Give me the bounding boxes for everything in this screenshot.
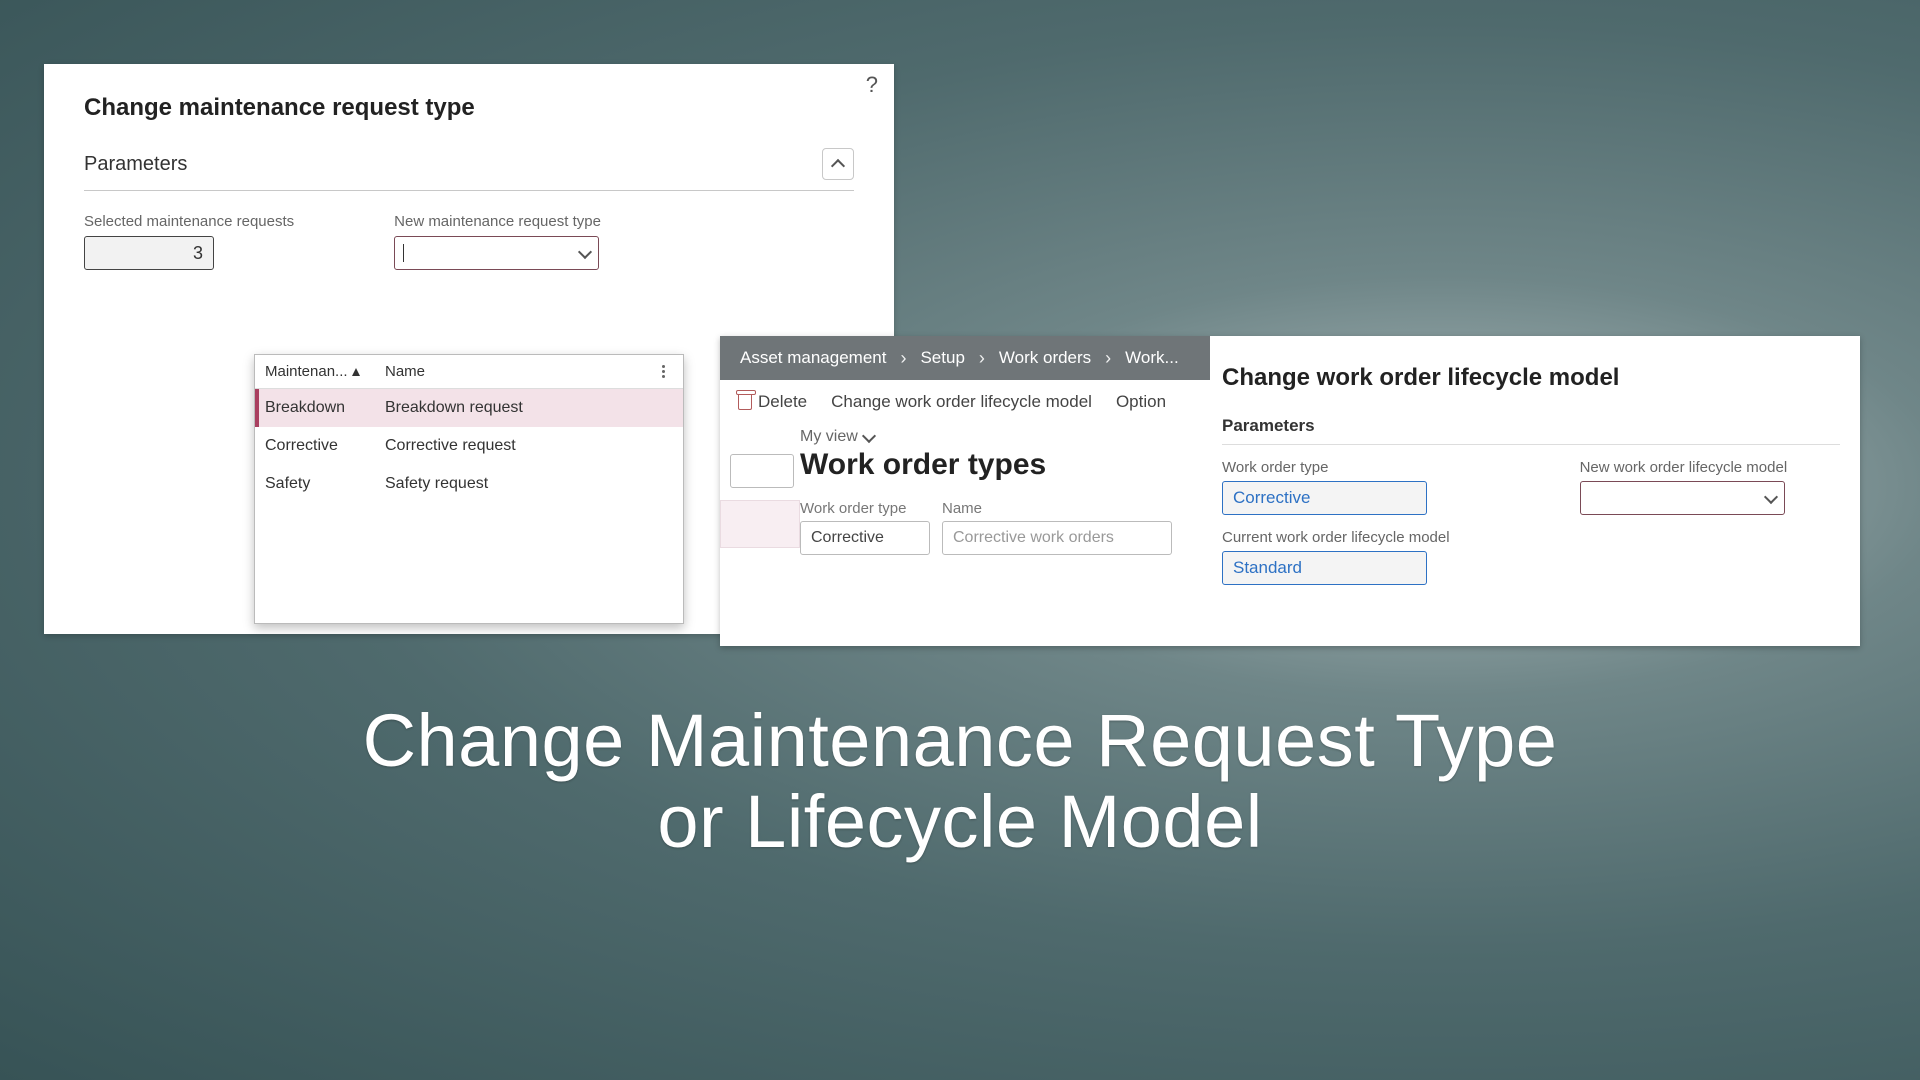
dropdown-body: Breakdown Breakdown request Corrective C… — [255, 389, 683, 623]
view-selector[interactable]: My view — [800, 428, 1130, 446]
selected-requests-label: Selected maintenance requests — [84, 213, 294, 230]
chevron-down-icon — [864, 431, 874, 444]
options-button[interactable]: Option — [1116, 392, 1166, 412]
more-options-icon[interactable] — [653, 365, 673, 378]
options-label: Option — [1116, 392, 1166, 412]
life-wo-type-label: Work order type — [1222, 459, 1450, 476]
row-name: Corrective request — [385, 437, 673, 455]
change-lifecycle-button[interactable]: Change work order lifecycle model — [831, 392, 1092, 412]
delete-button[interactable]: Delete — [738, 392, 807, 412]
lifecycle-dialog-title: Change work order lifecycle model — [1222, 364, 1860, 392]
new-type-combobox[interactable] — [394, 236, 599, 270]
toolbar: Delete Change work order lifecycle model… — [720, 380, 1210, 424]
crumb-work-orders[interactable]: Work orders — [999, 348, 1091, 368]
chevron-up-icon — [833, 157, 843, 171]
crumb-truncated[interactable]: Work... — [1125, 348, 1179, 368]
selected-requests-field: Selected maintenance requests — [84, 213, 294, 270]
text-cursor-icon — [403, 244, 404, 262]
selected-row-indicator — [720, 500, 800, 548]
wo-name-input[interactable] — [942, 521, 1172, 555]
chevron-down-icon — [1766, 492, 1776, 505]
row-type: Corrective — [265, 437, 385, 455]
row-name: Safety request — [385, 475, 673, 493]
col-name-header[interactable]: Name — [385, 363, 653, 380]
caption-line-1: Change Maintenance Request Type — [0, 700, 1920, 781]
lifecycle-parameters-label: Parameters — [1222, 416, 1840, 445]
row-name: Breakdown request — [385, 399, 673, 417]
wo-type-label: Work order type — [800, 500, 930, 517]
page-title: Work order types — [800, 448, 1130, 482]
filter-input[interactable] — [730, 454, 794, 488]
chevron-right-icon: › — [900, 348, 906, 369]
dropdown-row-safety[interactable]: Safety Safety request — [255, 465, 683, 503]
wo-name-label: Name — [942, 500, 1172, 517]
crumb-asset-management[interactable]: Asset management — [740, 348, 886, 368]
delete-label: Delete — [758, 392, 807, 412]
life-new-model-label: New work order lifecycle model — [1580, 459, 1788, 476]
sort-asc-icon — [352, 363, 360, 380]
collapse-button[interactable] — [822, 148, 854, 180]
breadcrumb: Asset management › Setup › Work orders ›… — [720, 336, 1210, 380]
col-maintenance-header[interactable]: Maintenan... — [265, 363, 348, 380]
work-order-area: Asset management › Setup › Work orders ›… — [720, 336, 1860, 646]
dialog-title: Change maintenance request type — [84, 94, 854, 122]
new-type-label: New maintenance request type — [394, 213, 601, 230]
dropdown-header: Maintenan... Name — [255, 355, 683, 389]
request-type-dropdown[interactable]: Maintenan... Name Breakdown Breakdown re… — [254, 354, 684, 624]
row-type: Breakdown — [265, 399, 385, 417]
change-lifecycle-label: Change work order lifecycle model — [831, 392, 1092, 412]
new-type-field: New maintenance request type — [394, 213, 601, 270]
parameters-label: Parameters — [84, 153, 187, 176]
life-wo-type-input[interactable]: Corrective — [1222, 481, 1427, 515]
dropdown-row-corrective[interactable]: Corrective Corrective request — [255, 427, 683, 465]
change-lifecycle-dialog: Change work order lifecycle model Parame… — [1210, 336, 1860, 646]
trash-icon — [738, 394, 752, 410]
wo-type-input[interactable] — [800, 521, 930, 555]
help-icon[interactable]: ? — [866, 72, 878, 98]
chevron-right-icon: › — [979, 348, 985, 369]
life-current-model-label: Current work order lifecycle model — [1222, 529, 1450, 546]
life-current-model-input[interactable]: Standard — [1222, 551, 1427, 585]
dropdown-row-breakdown[interactable]: Breakdown Breakdown request — [255, 389, 683, 427]
slide-caption: Change Maintenance Request Type or Lifec… — [0, 700, 1920, 863]
chevron-down-icon — [580, 247, 590, 260]
selected-requests-input[interactable] — [84, 236, 214, 270]
row-type: Safety — [265, 475, 385, 493]
parameters-section-header: Parameters — [84, 148, 854, 191]
view-label: My view — [800, 428, 858, 446]
crumb-setup[interactable]: Setup — [920, 348, 964, 368]
caption-line-2: or Lifecycle Model — [0, 781, 1920, 862]
life-new-model-combobox[interactable] — [1580, 481, 1785, 515]
chevron-right-icon: › — [1105, 348, 1111, 369]
